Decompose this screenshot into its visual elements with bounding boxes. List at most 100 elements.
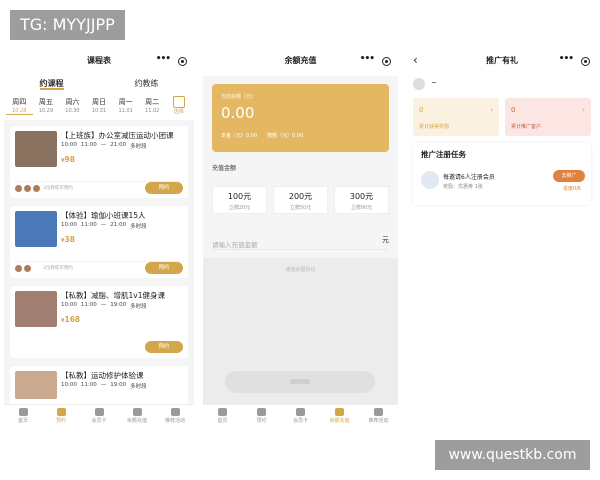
course-thumbnail [15, 371, 57, 399]
close-capsule-icon[interactable] [178, 57, 187, 66]
custom-amount-input[interactable] [212, 237, 372, 253]
tab-label: 余额充值 [329, 418, 350, 424]
close-capsule-icon[interactable] [382, 57, 391, 66]
course-card[interactable]: 【私教】减脂、增肌1v1健身课 10:00 11:00—19:00 多时段 ¥168… [10, 286, 188, 358]
day-name: 周四 [12, 98, 27, 106]
course-card[interactable]: 【上班族】办公室减压运动小团课 10:00 11:00—21:00 多时段 ¥98 … [10, 126, 188, 198]
gift-amount: 赠额（元）0.00 [267, 133, 304, 139]
recharge-screen: 余额充值 ••• 当前余额（元） 0.00 本金（元）0.00 赠额（元）0.0… [203, 48, 398, 428]
amount-unit: 元 [382, 236, 389, 244]
chevron-right-icon: › [490, 106, 493, 114]
time-item: 19:00 [110, 382, 127, 388]
time-item: 11:00 [80, 142, 97, 148]
tab-home[interactable]: 首页 [4, 405, 42, 428]
amount-gift: 立赠50元 [289, 205, 312, 211]
tab-coaches[interactable]: 约教练 [135, 76, 159, 94]
day-item[interactable]: 周一 11.01 [112, 94, 139, 120]
stat-cards: 0 › 累计获得奖励 0 › 累计推广客户 [413, 98, 591, 136]
tab-label: 会员卡 [91, 418, 107, 424]
user-name: ~ [431, 79, 437, 87]
tab-booking[interactable]: 预约 [242, 405, 281, 428]
time-item: 多时段 [130, 144, 147, 150]
day-item[interactable]: 周四 10.28 [6, 94, 33, 120]
card-icon [296, 408, 305, 416]
tab-membership[interactable]: 会员卡 [80, 405, 118, 428]
calendar-label: 选择 [173, 109, 184, 115]
time-item: 10:00 [61, 222, 77, 228]
tab-label: 会员卡 [292, 418, 308, 424]
gift-icon [170, 408, 180, 416]
course-footer: 2位教练可预约 预约 [15, 261, 183, 274]
stat-customers[interactable]: 0 › 累计推广客户 [505, 98, 591, 136]
tab-label: 首页 [217, 418, 228, 424]
close-capsule-icon[interactable] [581, 57, 590, 66]
watermark-top-left: TG: MYYJJPP [10, 10, 125, 40]
time-item: — [100, 142, 107, 148]
tab-recharge[interactable]: 余额充值 [320, 405, 359, 428]
avatar [24, 265, 31, 272]
day-date: 10.29 [38, 108, 54, 114]
course-thumbnail [15, 131, 57, 167]
day-item[interactable]: 周二 11.02 [139, 94, 166, 120]
watermark-bottom-right: www.questkb.com [435, 440, 590, 470]
day-date: 11.02 [145, 108, 160, 114]
task-section-title: 推广注册任务 [421, 150, 466, 159]
time-item: 10:00 [61, 382, 77, 388]
task-card: 推广注册任务 每邀请6人注册会员 奖励：优惠券 1张 去推广 进度0/6 [413, 143, 591, 205]
stat-rewards[interactable]: 0 › 累计获得奖励 [413, 98, 499, 136]
course-price: ¥38 [61, 235, 75, 244]
tab-label: 推荐活动 [164, 418, 185, 424]
time-item: 多时段 [130, 224, 147, 230]
gift-icon [374, 408, 383, 416]
day-name: 周一 [118, 98, 133, 106]
recharge-button[interactable] [225, 371, 375, 393]
amount-option[interactable]: 300元 立赠90元 [334, 186, 389, 214]
stat-label: 累计获得奖励 [419, 124, 450, 130]
more-icon[interactable]: ••• [360, 54, 375, 64]
nav-bar: 课程表 ••• [4, 48, 194, 76]
calendar-picker[interactable]: 选择 [165, 94, 192, 120]
amount-option[interactable]: 200元 立赠50元 [273, 186, 328, 214]
course-title: 【上班族】办公室减压运动小团课 [61, 131, 174, 140]
tab-label: 预约 [256, 418, 267, 424]
promo-screen: ‹ 推广有礼 ••• ~ 0 › 累计获得奖励 0 › 累计推广客户 推广注册任… [407, 48, 597, 428]
tab-label: 推荐活动 [368, 418, 389, 424]
day-item[interactable]: 周日 10.31 [86, 94, 113, 120]
promote-button[interactable]: 去推广 [553, 170, 585, 182]
day-item[interactable]: 周六 10.30 [59, 94, 86, 120]
task-reward: 奖励：优惠券 1张 [443, 184, 483, 190]
stat-label: 累计推广客户 [511, 124, 542, 130]
tab-recharge[interactable]: 余额充值 [118, 405, 156, 428]
price-value: 98 [64, 155, 75, 164]
time-item: 多时段 [130, 384, 147, 390]
more-icon[interactable]: ••• [559, 54, 574, 64]
schedule-tabs: 约课程 约教练 [4, 76, 194, 94]
balance-card: 当前余额（元） 0.00 本金（元）0.00 赠额（元）0.00 [212, 84, 389, 152]
tab-promo[interactable]: 推荐活动 [359, 405, 398, 428]
course-time: 10:00 11:00—21:00 多时段 [61, 142, 147, 150]
booking-icon [257, 408, 266, 416]
course-card[interactable]: 【私教】运动修护体验课 10:00 11:00—19:00 多时段 [10, 366, 188, 406]
course-card[interactable]: 【体验】瑜伽小班课15人 10:00 11:00—21:00 多时段 ¥38 2位教… [10, 206, 188, 278]
tab-membership[interactable]: 会员卡 [281, 405, 320, 428]
amount-option[interactable]: 100元 立赠20元 [212, 186, 267, 214]
amount-gift: 立赠90元 [350, 205, 373, 211]
day-date: 10.30 [65, 108, 80, 114]
tab-promo[interactable]: 推荐活动 [156, 405, 194, 428]
book-button[interactable]: 预约 [145, 182, 183, 194]
tab-home[interactable]: 首页 [203, 405, 242, 428]
wallet-icon [335, 408, 344, 416]
day-name: 周五 [38, 98, 53, 106]
day-item[interactable]: 周五 10.29 [33, 94, 60, 120]
more-icon[interactable]: ••• [156, 54, 171, 64]
screenshot-stage: TG: MYYJJPP www.questkb.com 课程表 ••• 约课程 … [0, 0, 600, 480]
tab-courses[interactable]: 约课程 [39, 76, 64, 90]
price-value: 168 [64, 315, 81, 324]
book-button[interactable]: 预约 [145, 341, 183, 353]
book-button[interactable]: 预约 [145, 262, 183, 274]
tab-bar: 首页 预约 会员卡 余额充值 推荐活动 [203, 404, 398, 428]
avatar [413, 78, 425, 90]
stat-value: 0 [511, 106, 516, 114]
tab-booking[interactable]: 预约 [42, 405, 80, 428]
amount-options: 100元 立赠20元 200元 立赠50元 300元 立赠90元 [212, 186, 389, 214]
